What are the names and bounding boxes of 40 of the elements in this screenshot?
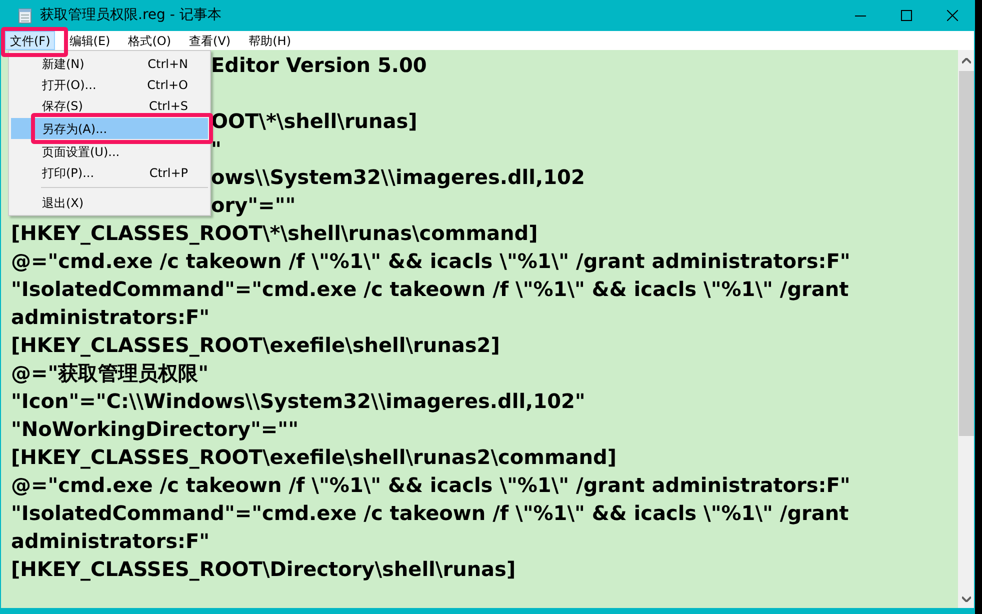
window-title: 获取管理员权限.reg - 记事本 [40,6,222,25]
text-line: ows\\System32\\imageres.dll,102 [211,164,585,191]
text-line: [HKEY_CLASSES_ROOT\exefile\shell\runas2\command] [11,444,616,471]
scroll-up-icon [962,58,970,64]
text-line: @="cmd.exe /c takeown /f \"%1\" && icacls \"%1\" /grant administrators:F" [11,472,850,499]
text-line: Editor Version 5.00 [211,52,427,79]
text-line: "NoWorkingDirectory"="" [11,416,299,443]
text-line: administrators:F" [11,528,210,555]
scroll-thumb[interactable] [958,71,974,436]
menu-item[interactable]: 编辑(E) [65,31,114,50]
menu-entry[interactable]: 另存为(A)... [11,118,208,139]
notepad-icon [18,8,32,24]
text-line: [HKEY_CLASSES_ROOT\*\shell\runas\command] [11,220,538,247]
menu-item[interactable]: 格式(O) [124,31,176,50]
menu-entry[interactable]: 页面设置(U)... [11,141,208,162]
text-line: ory"="" [211,192,296,219]
menu-entry[interactable]: 退出(X) [11,192,208,213]
menu-entry[interactable]: 新建(N) Ctrl+N [11,53,208,74]
text-line: administrators:F" [11,304,210,331]
text-line: @="cmd.exe /c takeown /f \"%1\" && icacls \"%1\" /grant administrators:F" [11,248,850,275]
text-line: OOT\*\shell\runas] [211,108,418,135]
menu-item[interactable]: 文件(F) [5,31,56,50]
menu-item[interactable]: 帮助(H) [244,31,295,50]
text-line: "IsolatedCommand"="cmd.exe /c takeown /f \"%1\" && icacls \"%1\" /grant [11,500,849,527]
scroll-down-icon [962,596,970,602]
highlight-frame [1,27,68,57]
text-line: "IsolatedCommand"="cmd.exe /c takeown /f \"%1\" && icacls \"%1\" /grant [11,276,849,303]
text-line: [HKEY_CLASSES_ROOT\Directory\shell\runas] [11,556,516,583]
text-area[interactable] [1,50,958,608]
menu-entry[interactable]: 打开(O)... Ctrl+O [11,74,208,95]
text-line: @="获取管理员权限" [11,360,209,387]
menu-entry[interactable]: 保存(S) Ctrl+S [11,95,208,116]
text-line: " [211,136,222,163]
menu-entry[interactable]: 打印(P)... Ctrl+P [11,162,208,183]
menu-item[interactable]: 查看(V) [185,31,235,50]
minimize-icon [854,14,866,16]
maximize-icon [900,10,912,21]
text-line: [HKEY_CLASSES_ROOT\exefile\shell\runas2] [11,332,500,359]
text-line: "Icon"="C:\\Windows\\System32\\imageres.dll,102" [11,388,586,415]
close-icon [946,10,958,21]
